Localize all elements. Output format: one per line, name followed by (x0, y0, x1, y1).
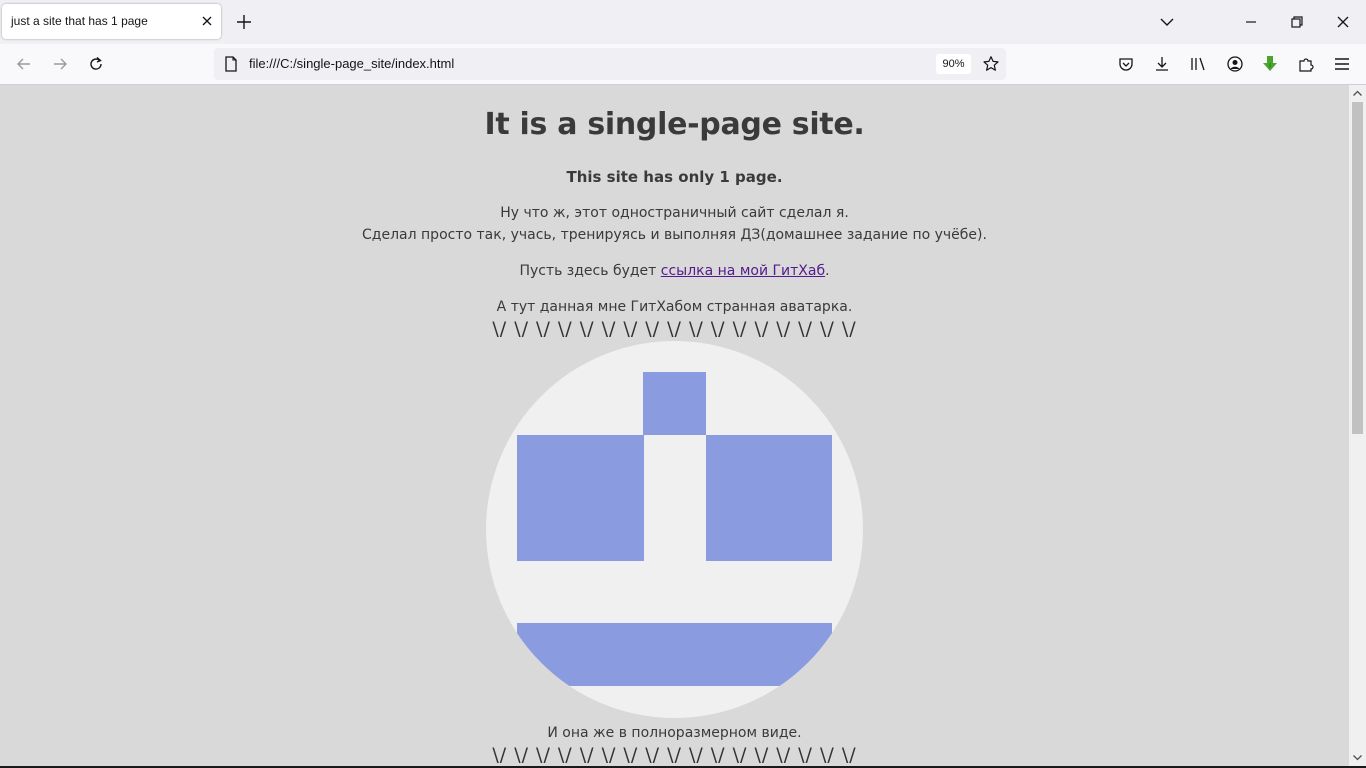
vertical-scrollbar[interactable] (1349, 85, 1366, 766)
avatar-pixel-left (517, 435, 644, 561)
link-suffix: . (825, 263, 830, 279)
avatar-pixel-top (643, 372, 706, 435)
bookmark-star-icon[interactable] (982, 55, 1000, 73)
url-text[interactable]: file:///C:/single-page_site/index.html (249, 56, 454, 71)
intro-line-1: Ну что ж, этот одностраничный сайт сдела… (500, 205, 849, 221)
avatar-caption: А тут данная мне ГитХабом странная авата… (496, 299, 853, 315)
minimize-icon[interactable] (1242, 13, 1260, 31)
account-icon[interactable] (1226, 55, 1244, 73)
page-subtitle: This site has only 1 page. (566, 168, 783, 186)
active-tab[interactable]: just a site that has 1 page (2, 4, 221, 39)
avatar-pixel-bottom (517, 623, 832, 686)
tab-bar: just a site that has 1 page (0, 0, 1366, 44)
github-link-line: Пусть здесь будет ссылка на мой ГитХаб. (0, 263, 1349, 279)
fullsize-caption: И она же в полноразмерном виде. (547, 725, 802, 741)
scroll-down-arrow-icon[interactable] (1352, 752, 1363, 763)
reload-icon[interactable] (87, 55, 105, 73)
pocket-icon[interactable] (1117, 55, 1135, 73)
github-link[interactable]: ссылка на мой ГитХаб (661, 263, 825, 279)
github-identicon-avatar (486, 341, 863, 718)
close-window-icon[interactable] (1334, 13, 1352, 31)
page-title: It is a single-page site. (484, 107, 865, 142)
zigzag-divider: \/ \/ \/ \/ \/ \/ \/ \/ \/ \/ \/ \/ \/ \… (492, 318, 857, 340)
tab-title: just a site that has 1 page (11, 14, 148, 28)
page-viewport: It is a single-page site. This site has … (0, 85, 1349, 766)
list-tabs-chevron-down-icon[interactable] (1158, 13, 1176, 31)
restore-icon[interactable] (1288, 13, 1306, 31)
link-prefix: Пусть здесь будет (519, 263, 661, 279)
page-info-icon[interactable] (223, 55, 239, 73)
zigzag-divider-2: \/ \/ \/ \/ \/ \/ \/ \/ \/ \/ \/ \/ \/ \… (492, 744, 857, 766)
download-icon[interactable] (1153, 55, 1171, 73)
forward-arrow-icon[interactable] (51, 55, 69, 73)
scrollbar-thumb[interactable] (1352, 102, 1363, 434)
tab-close-icon[interactable] (199, 13, 215, 29)
address-bar[interactable]: file:///C:/single-page_site/index.html 9… (214, 48, 1006, 80)
puzzle-extensions-icon[interactable] (1297, 55, 1315, 73)
intro-line-2: Сделал просто так, учась, тренируясь и в… (362, 227, 987, 243)
scroll-up-arrow-icon[interactable] (1352, 88, 1363, 99)
green-arrow-extension-icon[interactable] (1261, 55, 1279, 73)
zoom-level-button[interactable]: 90% (936, 54, 971, 74)
avatar-pixel-right (706, 435, 832, 561)
new-tab-plus-icon[interactable] (235, 13, 253, 31)
back-arrow-icon[interactable] (15, 55, 33, 73)
hamburger-menu-icon[interactable] (1333, 55, 1351, 73)
library-icon[interactable] (1189, 55, 1207, 73)
navigation-toolbar: file:///C:/single-page_site/index.html 9… (0, 44, 1366, 85)
